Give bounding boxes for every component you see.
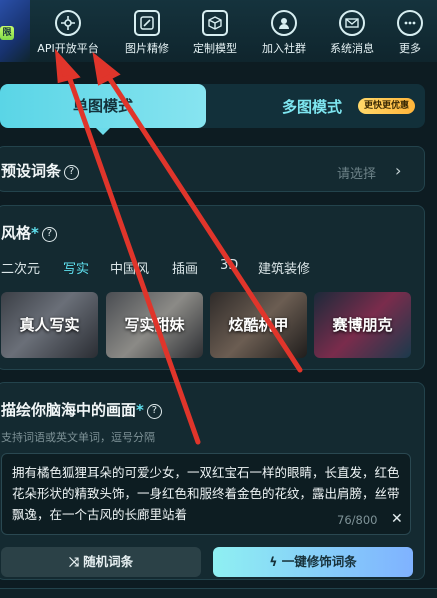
nav-item-more[interactable]: 更多: [378, 10, 437, 56]
shuffle-icon: ⤨: [68, 554, 84, 569]
nav-item-label: API开放平台: [37, 42, 99, 55]
api-icon: [55, 10, 81, 36]
style-card-real-person[interactable]: 真人写实: [1, 292, 98, 358]
clear-icon[interactable]: ✕: [391, 511, 403, 527]
nav-item-image-edit[interactable]: 图片精修: [115, 10, 179, 56]
prompt-hint: 支持词语或英文单词，逗号分隔: [1, 431, 155, 444]
prompt-panel: 描绘你脑海中的画面*? 支持词语或英文单词，逗号分隔 拥有橘色狐狸耳朵的可爱少女…: [0, 382, 425, 580]
lightning-icon: ϟ: [269, 554, 282, 569]
preset-title: 预设词条?: [1, 160, 80, 181]
style-tab-realistic[interactable]: 写实: [63, 258, 89, 277]
char-counter: 76/800: [337, 513, 378, 527]
preset-panel[interactable]: 预设词条? 请选择 ›: [0, 146, 425, 192]
next-panel-edge: [0, 588, 437, 598]
style-tab-architecture[interactable]: 建筑装修: [258, 258, 310, 277]
style-tab-illustration[interactable]: 插画: [172, 258, 198, 277]
style-card-mecha[interactable]: 炫酷机甲: [210, 292, 307, 358]
style-title: 风格*?: [1, 222, 57, 243]
limited-badge: 限: [0, 26, 14, 40]
nav-item-label: 更多: [399, 42, 421, 55]
nav-item-label: 定制模型: [193, 42, 237, 55]
image-edit-icon: [134, 10, 160, 36]
mode-tabs: 单图模式 多图模式 更快更优惠: [0, 84, 425, 135]
nav-item-custom-model[interactable]: 定制模型: [183, 10, 247, 56]
style-card-sweet-girl[interactable]: 写实甜妹: [106, 292, 203, 358]
prompt-title: 描绘你脑海中的画面*?: [1, 399, 162, 420]
nav-item-api[interactable]: API开放平台: [36, 10, 100, 56]
style-tab-anime[interactable]: 二次元: [1, 258, 40, 277]
nav-item-label: 系统消息: [330, 42, 374, 55]
community-icon: [271, 10, 297, 36]
model-cube-icon: [202, 10, 228, 36]
mail-icon: [339, 10, 365, 36]
chevron-right-icon[interactable]: ›: [395, 161, 401, 180]
nav-item-messages[interactable]: 系统消息: [320, 10, 384, 56]
help-icon[interactable]: ?: [64, 165, 80, 180]
top-nav-bar: 限 API开放平台 图片精修 定制模型 加入社群 系统消息 更多: [0, 0, 437, 62]
style-tab-chinese[interactable]: 中国风: [110, 258, 149, 277]
nav-item-label: 图片精修: [125, 42, 169, 55]
tab-multi-image[interactable]: 多图模式: [282, 96, 342, 117]
more-icon: [397, 10, 423, 36]
promo-tag: 更快更优惠: [358, 98, 416, 114]
help-icon[interactable]: ?: [146, 404, 162, 419]
style-card-cyberpunk[interactable]: 赛博朋克: [314, 292, 411, 358]
nav-item-community[interactable]: 加入社群: [252, 10, 316, 56]
nav-item-label: 加入社群: [262, 42, 306, 55]
enhance-terms-button[interactable]: ϟ 一键修饰词条: [213, 547, 413, 577]
style-panel: 风格*? 二次元 写实 中国风 插画 3D 建筑装修 真人写实 写实甜妹 炫酷机…: [0, 205, 425, 370]
preset-select-placeholder[interactable]: 请选择: [337, 163, 376, 182]
style-tab-3d[interactable]: 3D: [220, 258, 238, 273]
tab-single-image[interactable]: 单图模式: [0, 84, 206, 135]
help-icon[interactable]: ?: [41, 227, 57, 242]
random-terms-button[interactable]: ⤨ 随机词条: [1, 547, 201, 577]
